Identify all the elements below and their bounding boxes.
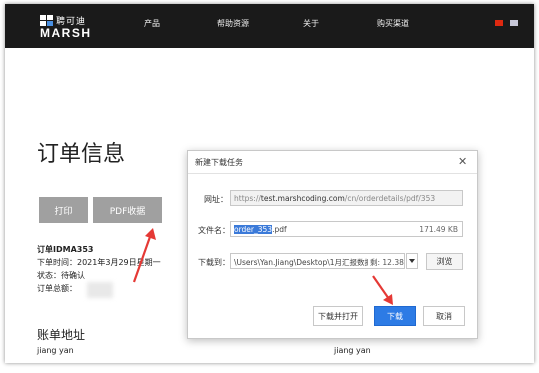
- browser-frame: 聘可迪 MARSH 产品 帮助资源 关于 购买渠道 订单信息 打印 PDF收据 …: [5, 4, 534, 363]
- china-flag-icon[interactable]: [495, 20, 503, 26]
- save-path-value: \Users\Yan.Jiang\Desktop\1月汇报数据: [234, 258, 372, 267]
- billing-address-title: 账单地址: [37, 328, 86, 342]
- brand-logo[interactable]: 聘可迪 MARSH: [40, 13, 100, 41]
- close-icon[interactable]: ✕: [458, 155, 467, 168]
- print-button[interactable]: 打印: [39, 197, 88, 223]
- logo-english-text: MARSH: [40, 26, 92, 40]
- nav-item-help-resources[interactable]: 帮助资源: [217, 18, 249, 29]
- save-path-field[interactable]: \Users\Yan.Jiang\Desktop\1月汇报数据 剩: 12.38…: [230, 253, 405, 269]
- filename-input[interactable]: order_353.pdf 171.49 KB: [230, 221, 463, 237]
- url-path: /cn/orderdetails/pdf/353: [344, 194, 436, 203]
- page-title: 订单信息: [37, 142, 126, 167]
- download-button[interactable]: 下载: [374, 306, 416, 326]
- redacted-total: [87, 282, 113, 298]
- download-and-open-button[interactable]: 下载并打开: [313, 306, 363, 326]
- filename-extension: .pdf: [272, 225, 287, 234]
- url-field: https://test.marshcoding.com/cn/orderdet…: [230, 190, 463, 206]
- filename-selected-text: order_353: [234, 225, 273, 234]
- shipping-name: jiang yan: [334, 346, 371, 355]
- cancel-button[interactable]: 取消: [423, 306, 465, 326]
- nav-item-about[interactable]: 关于: [303, 18, 319, 29]
- uk-flag-icon[interactable]: [510, 20, 518, 26]
- order-time: 下单时间：2021年3月29日星期一: [37, 258, 161, 267]
- free-space: 剩: 12.38 GB: [368, 254, 404, 268]
- file-size: 171.49 KB: [419, 225, 458, 234]
- dialog-header: 新建下载任务 ✕: [188, 151, 477, 174]
- order-id: 订单IDMA353: [37, 245, 94, 254]
- url-label: 网址：: [204, 195, 228, 204]
- chevron-down-icon: [409, 259, 415, 263]
- billing-name: jiang yan: [37, 346, 74, 355]
- url-prefix: https://: [234, 194, 261, 203]
- nav-item-products[interactable]: 产品: [144, 18, 160, 29]
- download-dialog: 新建下载任务 ✕ 网址： https://test.marshcoding.co…: [187, 150, 478, 339]
- path-dropdown-button[interactable]: [406, 253, 418, 269]
- url-host: test.marshcoding.com: [260, 194, 345, 203]
- browse-button[interactable]: 浏览: [426, 253, 463, 270]
- dialog-title: 新建下载任务: [195, 158, 243, 167]
- order-status: 状态：待确认: [37, 271, 85, 280]
- save-path-label: 下载到：: [198, 258, 230, 267]
- top-navbar: 聘可迪 MARSH 产品 帮助资源 关于 购买渠道: [5, 4, 534, 48]
- filename-label: 文件名：: [198, 226, 230, 235]
- pdf-receipt-button[interactable]: PDF收据: [93, 197, 162, 223]
- nav-item-purchase-channels[interactable]: 购买渠道: [377, 18, 409, 29]
